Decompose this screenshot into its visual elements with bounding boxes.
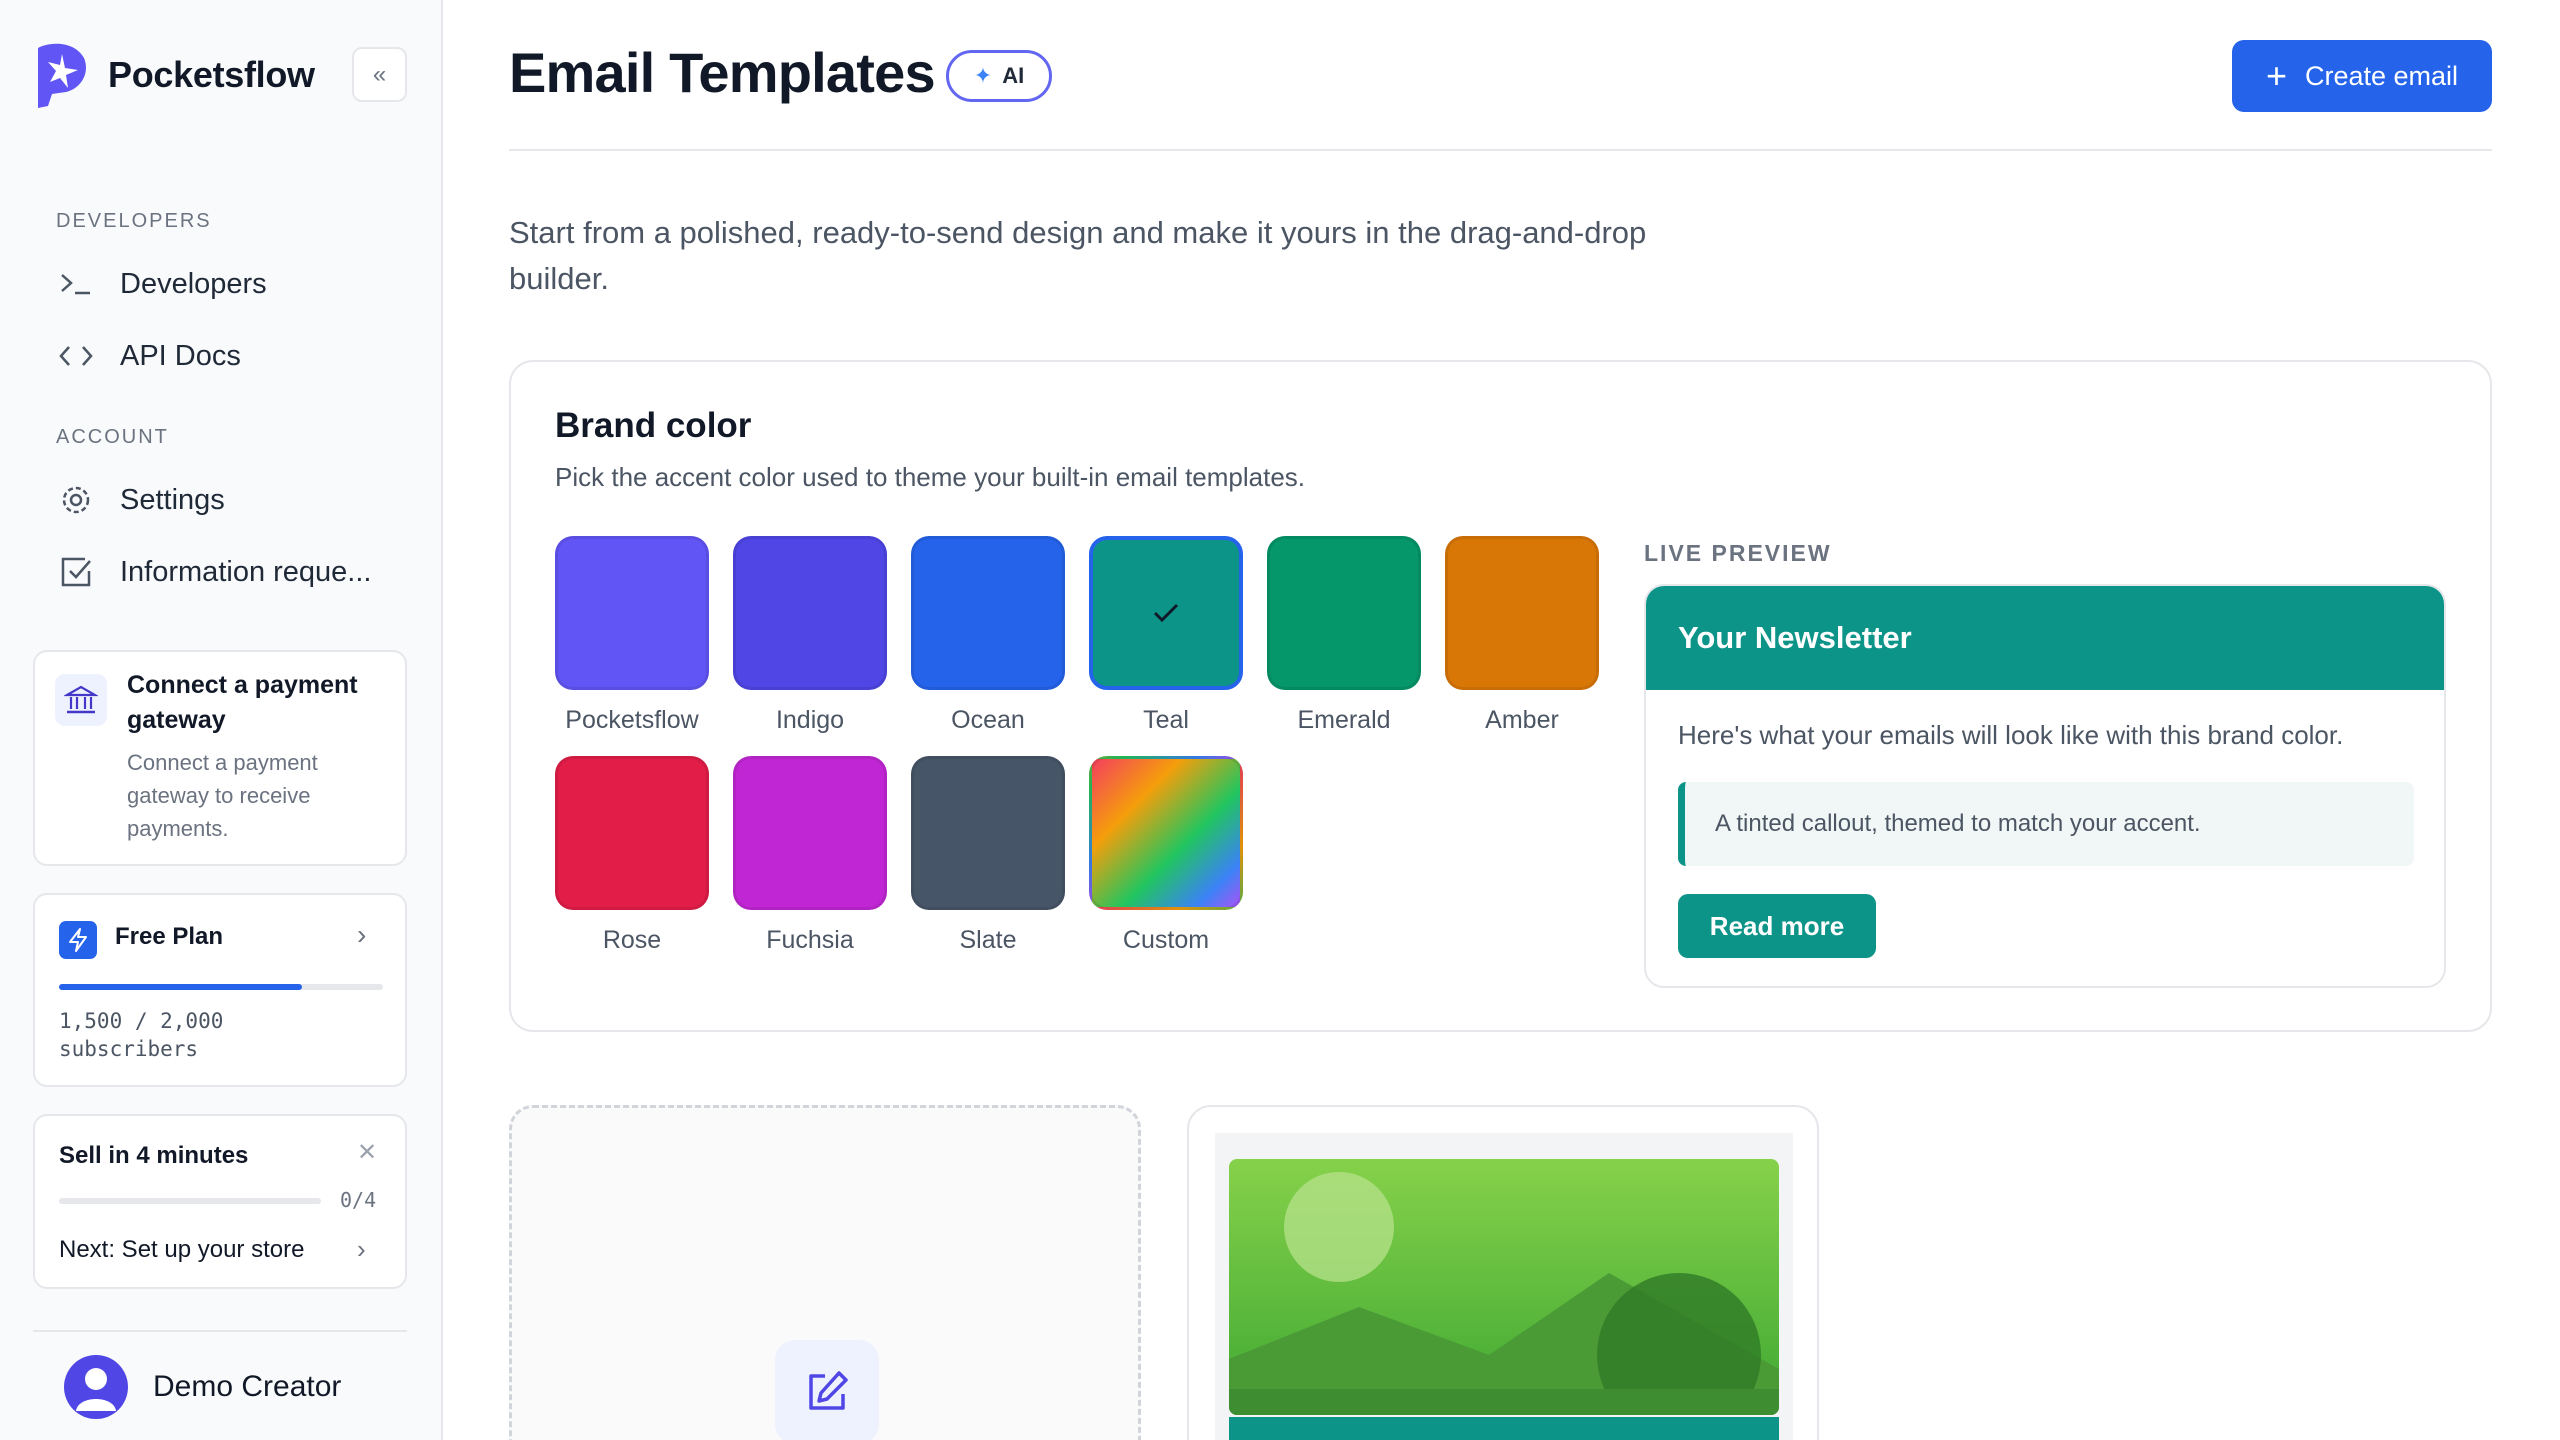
user-menu[interactable]: Demo Creator [64, 1355, 341, 1419]
page-title: Email Templates [509, 41, 936, 104]
swatch-rose[interactable] [555, 756, 709, 910]
checkbox-icon [56, 552, 96, 592]
onboarding-progress-text: 0/4 [340, 1188, 377, 1212]
sidebar-item-developers[interactable]: Developers [56, 256, 267, 312]
plan-usage-text: 1,500 / 2,000 subscribers [59, 1009, 224, 1061]
preview-callout: A tinted callout, themed to match your a… [1678, 782, 2414, 866]
swatch-label: Fuchsia [766, 926, 854, 954]
swatch-label: Ocean [951, 706, 1025, 734]
live-preview-card: Your Newsletter Here's what your emails … [1644, 584, 2446, 988]
swatch-label: Rose [602, 926, 662, 954]
brand-color-title: Brand color [555, 406, 752, 445]
brand[interactable]: Pocketsflow [30, 42, 315, 108]
preview-read-more-button[interactable]: Read more [1678, 894, 1876, 958]
landscape-image-icon [1229, 1159, 1779, 1415]
chevron-right-icon: › [357, 919, 367, 950]
plan-usage-fill [59, 984, 302, 990]
brand-color-panel: Brand color Pick the accent color used t… [509, 360, 2492, 1032]
swatch-teal[interactable] [1089, 536, 1243, 690]
sidebar-item-settings[interactable]: Settings [56, 472, 225, 528]
code-icon [56, 336, 96, 376]
preview-body-text: Here's what your emails will look like w… [1678, 720, 2344, 750]
main-content: Email Templates ✦ AI + Create email Star… [445, 0, 2560, 1440]
preview-heading: Your Newsletter [1646, 586, 2444, 690]
sidebar: Pocketsflow « DEVELOPERS Developers API … [0, 0, 443, 1440]
header-divider [509, 149, 2492, 151]
template-thumbnail [1215, 1133, 1793, 1440]
sidebar-item-label: Settings [120, 483, 225, 516]
swatch-label: Slate [959, 926, 1017, 954]
close-icon[interactable]: ✕ [357, 1138, 377, 1167]
user-name: Demo Creator [153, 1370, 342, 1403]
onboarding-card[interactable]: Sell in 4 minutes ✕ 0/4 Next: Set up you… [33, 1114, 407, 1289]
terminal-icon [56, 264, 96, 304]
newsletter-template-card[interactable] [1187, 1105, 1819, 1440]
payment-card-description: Connect a payment gateway to receive pay… [127, 750, 318, 841]
sidebar-divider [33, 1330, 407, 1332]
swatch-amber[interactable] [1445, 536, 1599, 690]
swatch-indigo[interactable] [733, 536, 887, 690]
swatch-fuchsia[interactable] [733, 756, 887, 910]
swatch-emerald[interactable] [1267, 536, 1421, 690]
sidebar-item-label: Developers [120, 267, 267, 300]
swatch-custom[interactable] [1089, 756, 1243, 910]
chevron-right-icon: › [357, 1234, 366, 1264]
ai-badge-label: AI [1002, 63, 1025, 88]
edit-icon [775, 1340, 879, 1440]
chevrons-left-icon: « [372, 60, 387, 88]
section-label-developers: DEVELOPERS [56, 210, 212, 232]
plan-usage-bar [59, 984, 383, 990]
swatch-label: Teal [1143, 706, 1189, 734]
swatch-pocketsflow[interactable] [555, 536, 709, 690]
onboarding-next-step[interactable]: Next: Set up your store [59, 1236, 304, 1264]
onboarding-title: Sell in 4 minutes [59, 1142, 249, 1169]
brand-color-description: Pick the accent color used to theme your… [555, 462, 1306, 492]
payment-gateway-card[interactable]: Connect a payment gateway Connect a paym… [33, 650, 407, 866]
check-icon [1153, 603, 1179, 623]
collapse-sidebar-button[interactable]: « [352, 47, 407, 102]
swatch-label: Pocketsflow [565, 706, 699, 734]
live-preview-label: LIVE PREVIEW [1644, 540, 1832, 566]
sidebar-item-label: Information reque... [120, 555, 372, 588]
sidebar-item-information-requests[interactable]: Information reque... [56, 544, 371, 600]
swatch-ocean[interactable] [911, 536, 1065, 690]
gear-icon [56, 480, 96, 520]
page-description: Start from a polished, ready-to-send des… [509, 215, 1647, 296]
sparkle-icon: ✦ [973, 63, 993, 88]
plan-card[interactable]: Free Plan › 1,500 / 2,000 subscribers [33, 893, 407, 1087]
swatch-label: Indigo [775, 706, 845, 734]
template-accent-strip [1229, 1417, 1779, 1440]
plus-icon: + [2265, 55, 2287, 96]
sidebar-item-api-docs[interactable]: API Docs [56, 328, 241, 384]
swatch-label: Emerald [1297, 706, 1391, 734]
swatch-slate[interactable] [911, 756, 1065, 910]
blank-template-card[interactable] [509, 1105, 1141, 1440]
bolt-icon [59, 921, 97, 959]
payment-card-title: Connect a payment gateway [127, 671, 358, 734]
create-email-label: Create email [2304, 60, 2459, 91]
swatch-label: Custom [1122, 926, 1210, 954]
swatch-label: Amber [1485, 706, 1559, 734]
pocketsflow-logo-icon [38, 43, 86, 108]
brand-name: Pocketsflow [108, 54, 315, 95]
ai-badge[interactable]: ✦ AI [946, 50, 1052, 102]
section-label-account: ACCOUNT [56, 426, 169, 448]
create-email-button[interactable]: + Create email [2232, 40, 2492, 112]
onboarding-progress-bar [59, 1198, 321, 1204]
avatar [64, 1355, 128, 1419]
sidebar-item-label: API Docs [120, 339, 241, 372]
bank-icon [55, 674, 107, 726]
plan-title: Free Plan [115, 923, 224, 950]
